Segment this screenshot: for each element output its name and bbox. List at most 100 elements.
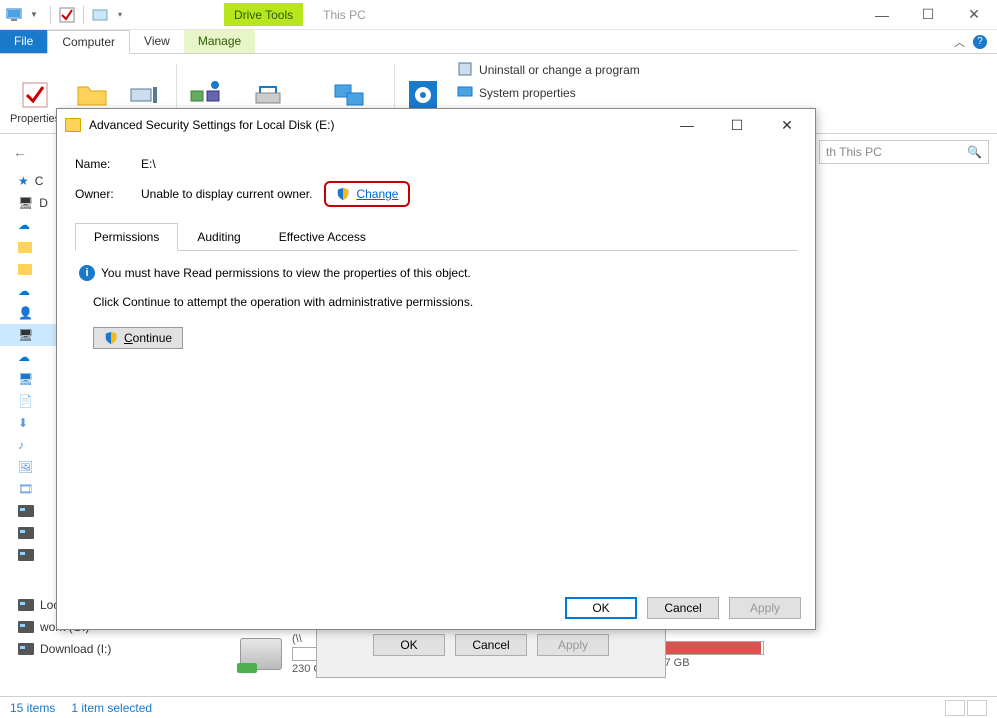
- item-count: 15 items: [10, 701, 55, 715]
- nav-drive-i[interactable]: Download (I:): [0, 638, 210, 660]
- videos-icon: 🎞: [18, 482, 33, 496]
- pictures-icon: 🖼: [18, 460, 33, 474]
- drive-icon: [18, 549, 34, 561]
- minimize-button[interactable]: —: [859, 0, 905, 30]
- apply-button: Apply: [729, 597, 801, 619]
- main-titlebar: ▼ ▾ Drive Tools This PC — ☐ ✕: [0, 0, 997, 30]
- tiles-view-button[interactable]: [967, 700, 987, 716]
- rename-icon: [129, 79, 161, 111]
- dropdown-icon[interactable]: ▼: [26, 7, 42, 23]
- apply-button[interactable]: Apply: [537, 634, 609, 656]
- tab-view[interactable]: View: [130, 30, 184, 53]
- collapse-ribbon-icon[interactable]: ︿: [954, 34, 965, 50]
- tab-content: i You must have Read permissions to view…: [75, 251, 797, 577]
- info-text: You must have Read permissions to view t…: [101, 266, 471, 280]
- network-drive-icon: [240, 638, 282, 670]
- ribbon-tabs: File Computer View Manage ︿ ?: [0, 30, 997, 54]
- nav-label: C: [35, 174, 44, 188]
- map-network-icon: [252, 79, 284, 111]
- view-switcher: [945, 700, 987, 716]
- folder-icon: [18, 242, 32, 253]
- close-button[interactable]: ✕: [773, 117, 801, 134]
- status-bar: 15 items 1 item selected: [0, 696, 997, 718]
- tab-file[interactable]: File: [0, 30, 47, 53]
- search-box[interactable]: th This PC 🔍: [819, 140, 989, 164]
- uninstall-label: Uninstall or change a program: [479, 63, 640, 77]
- cancel-button[interactable]: Cancel: [455, 634, 527, 656]
- uninstall-icon: [457, 61, 473, 80]
- user-icon: 👤: [18, 306, 33, 320]
- folder-icon: [18, 264, 32, 275]
- dropdown-icon[interactable]: ▾: [112, 7, 128, 23]
- drive-icon: [18, 527, 34, 539]
- owner-value: Unable to display current owner.: [141, 187, 312, 201]
- help-icon[interactable]: ?: [973, 35, 987, 49]
- cloud-icon: ☁: [18, 284, 30, 298]
- search-icon: 🔍: [967, 145, 982, 159]
- control-panel-icon: [407, 79, 439, 111]
- window-controls: — ☐ ✕: [859, 0, 997, 30]
- details-view-button[interactable]: [945, 700, 965, 716]
- drive-icon: [18, 599, 34, 611]
- quick-access-toolbar: ▼ ▾: [0, 6, 134, 24]
- ribbon-links: Uninstall or change a program System pro…: [457, 61, 640, 103]
- minimize-button[interactable]: —: [673, 117, 701, 134]
- change-owner-highlight: Change: [324, 181, 410, 207]
- back-button[interactable]: ←: [8, 140, 32, 164]
- close-button[interactable]: ✕: [951, 0, 997, 30]
- new-folder-icon[interactable]: [92, 7, 108, 23]
- search-placeholder: th This PC: [826, 145, 882, 159]
- owner-label: Owner:: [75, 187, 141, 201]
- tab-manage[interactable]: Manage: [184, 30, 255, 53]
- access-icon: [189, 79, 221, 111]
- dialog-tabs: Permissions Auditing Effective Access: [75, 223, 797, 251]
- tab-permissions[interactable]: Permissions: [75, 223, 178, 251]
- tab-computer[interactable]: Computer: [47, 30, 130, 54]
- checkbox-icon[interactable]: [59, 7, 75, 23]
- system-props-link[interactable]: System properties: [457, 84, 640, 103]
- downloads-icon: ⬇: [18, 416, 28, 430]
- nav-label: Download (I:): [40, 642, 111, 656]
- drive-icon: [18, 505, 34, 517]
- dialog-body: Name: E:\ Owner: Unable to display curre…: [57, 141, 815, 587]
- ok-button[interactable]: OK: [373, 634, 445, 656]
- advanced-security-dialog: Advanced Security Settings for Local Dis…: [56, 108, 816, 630]
- shield-icon: [104, 331, 118, 345]
- add-network-icon: [333, 79, 365, 111]
- system-props-label: System properties: [479, 86, 576, 100]
- drive-tools-contextual-tab[interactable]: Drive Tools: [224, 3, 303, 26]
- tab-effective-access[interactable]: Effective Access: [260, 223, 385, 250]
- onedrive-icon: ☁: [18, 218, 30, 232]
- drive-icon: [18, 643, 34, 655]
- info-message: i You must have Read permissions to view…: [79, 265, 793, 281]
- desktop-icon: 🖥: [18, 372, 33, 386]
- dialog-title: Advanced Security Settings for Local Dis…: [89, 118, 334, 132]
- cancel-button[interactable]: Cancel: [647, 597, 719, 619]
- music-icon: ♪: [18, 438, 24, 452]
- cloud-icon: ☁: [18, 350, 30, 364]
- documents-icon: 📄: [18, 394, 33, 408]
- ok-button[interactable]: OK: [565, 597, 637, 619]
- name-value: E:\: [141, 157, 156, 171]
- dialog-footer: OK Cancel Apply: [57, 587, 815, 629]
- change-owner-link[interactable]: Change: [356, 187, 398, 201]
- maximize-button[interactable]: ☐: [905, 0, 951, 30]
- drive-icon: [18, 621, 34, 633]
- info-icon: i: [79, 265, 95, 281]
- tab-auditing[interactable]: Auditing: [178, 223, 259, 250]
- shield-icon: [336, 187, 350, 201]
- maximize-button[interactable]: ☐: [723, 117, 751, 134]
- continue-button[interactable]: Continue: [93, 327, 183, 349]
- pc-icon: 🖥: [18, 196, 33, 210]
- uninstall-link[interactable]: Uninstall or change a program: [457, 61, 640, 80]
- dialog-titlebar: Advanced Security Settings for Local Dis…: [57, 109, 815, 141]
- folder-icon: [65, 118, 81, 132]
- continue-label: Continue: [124, 331, 172, 345]
- properties-icon: [19, 79, 51, 111]
- window-title: This PC: [323, 8, 366, 22]
- pc-icon: [6, 7, 22, 23]
- folder-open-icon: [76, 79, 108, 111]
- continue-text: Click Continue to attempt the operation …: [93, 295, 793, 309]
- system-props-icon: [457, 84, 473, 103]
- pc-icon: 🖥: [18, 328, 33, 342]
